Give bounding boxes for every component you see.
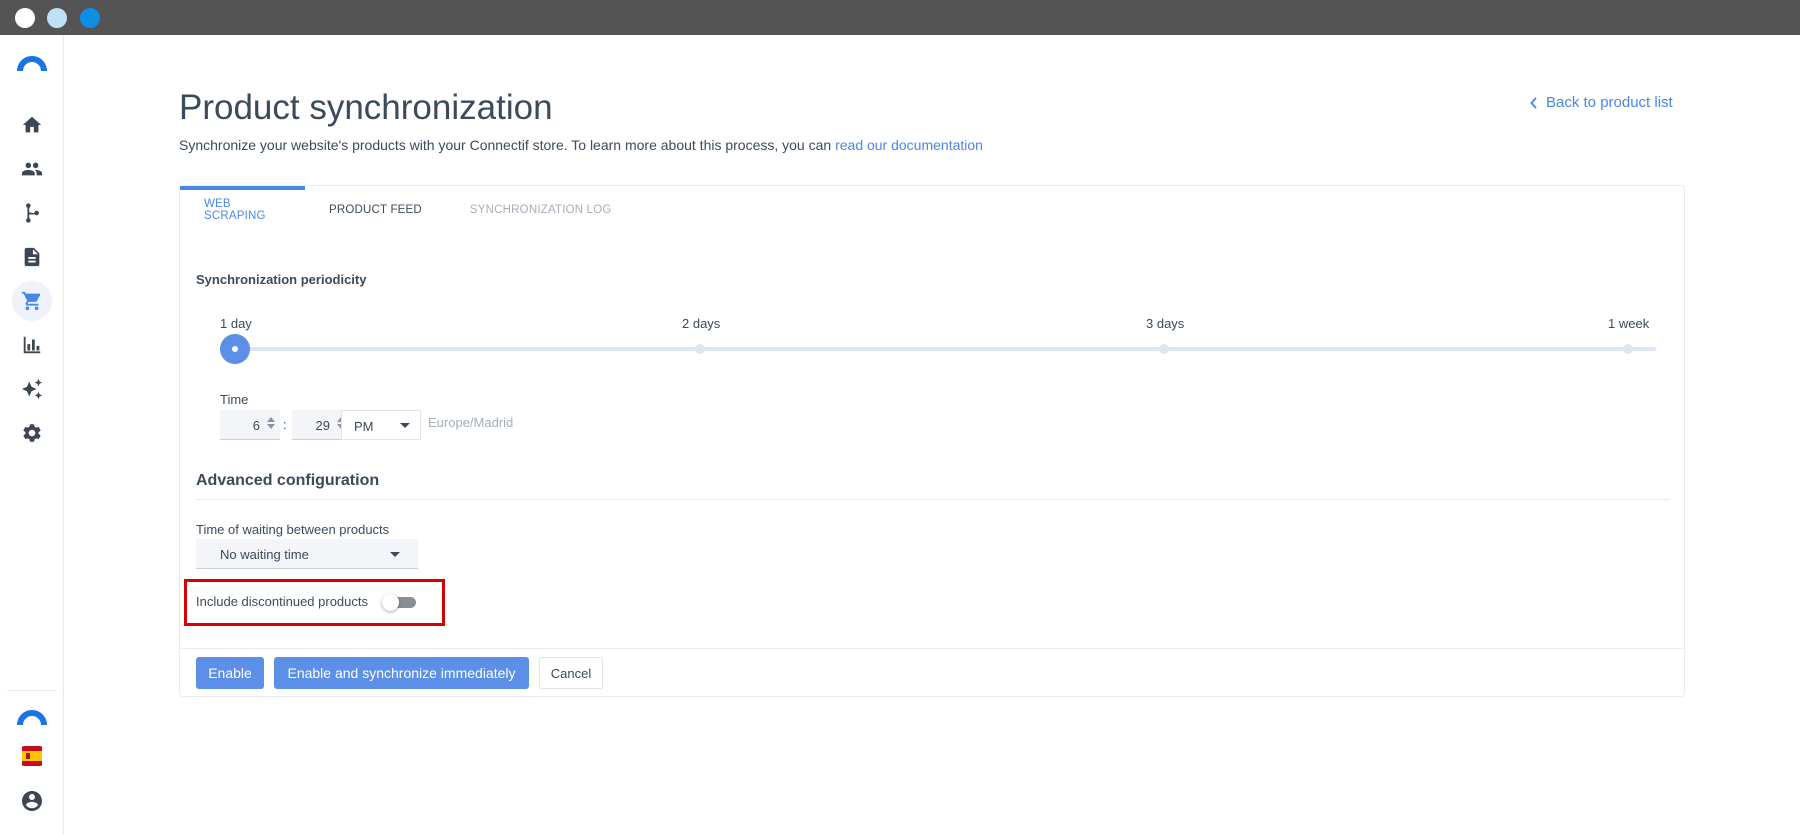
sidebar-bottom [7, 690, 57, 835]
chevron-down-icon [400, 423, 410, 428]
account-icon[interactable] [20, 789, 44, 813]
back-to-product-list-link[interactable]: Back to product list [1530, 94, 1673, 111]
periodicity-option-label[interactable]: 1 week [1608, 316, 1649, 331]
periodicity-slider-track[interactable] [236, 347, 1656, 351]
wait-time-value: No waiting time [220, 547, 309, 562]
sparkle-icon [21, 378, 43, 400]
periodicity-label: Synchronization periodicity [196, 272, 367, 287]
divider [180, 648, 1684, 649]
sidebar-item-home[interactable] [12, 105, 52, 145]
tab-web-scraping[interactable]: WEB SCRAPING [180, 186, 305, 234]
minute-value: 29 [315, 418, 330, 433]
sidebar-item-store[interactable] [12, 281, 52, 321]
tab-synchronization-log[interactable]: SYNCHRONIZATION LOG [446, 186, 636, 234]
sync-settings-card: WEB SCRAPING PRODUCT FEED SYNCHRONIZATIO… [179, 185, 1685, 697]
page-title: Product synchronization [179, 88, 553, 127]
tab-product-feed[interactable]: PRODUCT FEED [305, 186, 446, 234]
sidebar-item-contacts[interactable] [12, 149, 52, 189]
sidebar [0, 35, 64, 835]
enable-and-sync-button[interactable]: Enable and synchronize immediately [274, 657, 529, 689]
timezone-label: Europe/Madrid [428, 415, 514, 430]
time-separator: : [283, 417, 287, 432]
sidebar-item-content[interactable] [12, 237, 52, 277]
slider-step[interactable] [1623, 344, 1633, 354]
sidebar-item-workflows[interactable] [12, 193, 52, 233]
documentation-link[interactable]: read our documentation [835, 137, 983, 153]
window-titlebar [0, 0, 1800, 35]
ampm-select[interactable]: PM [341, 410, 421, 440]
window-minimize-button[interactable] [47, 8, 67, 28]
hour-value: 6 [252, 418, 260, 433]
window-close-button[interactable] [15, 8, 35, 28]
subtitle-text: Synchronize your website's products with… [179, 137, 836, 153]
chevron-left-icon [1530, 96, 1537, 109]
workflow-icon [26, 203, 39, 223]
discontinued-products-toggle[interactable] [382, 594, 416, 611]
wait-time-label: Time of waiting between products [196, 522, 390, 537]
toggle-knob [382, 594, 399, 611]
ampm-value: PM [354, 419, 374, 434]
periodicity-slider-thumb[interactable] [220, 334, 250, 364]
periodicity-option-label[interactable]: 3 days [1146, 316, 1184, 331]
chevron-down-icon [390, 552, 400, 557]
gear-icon [23, 424, 41, 442]
tab-bar: WEB SCRAPING PRODUCT FEED SYNCHRONIZATIO… [180, 186, 636, 234]
divider [196, 499, 1670, 500]
back-link-label: Back to product list [1546, 94, 1673, 111]
sidebar-item-settings[interactable] [12, 413, 52, 453]
connectif-logo-icon[interactable] [17, 53, 47, 73]
bar-chart-icon [23, 336, 41, 354]
home-icon [22, 116, 42, 133]
document-icon [24, 247, 40, 267]
cart-icon [21, 291, 41, 311]
connectif-logo-icon[interactable] [17, 707, 47, 727]
people-icon [21, 162, 43, 176]
enable-button[interactable]: Enable [196, 657, 264, 689]
sidebar-item-reports[interactable] [12, 325, 52, 365]
slider-step[interactable] [695, 344, 705, 354]
slider-step[interactable] [1159, 344, 1169, 354]
periodicity-option-label[interactable]: 2 days [682, 316, 720, 331]
hour-stepper[interactable]: 6 [220, 410, 280, 440]
window-maximize-button[interactable] [80, 8, 100, 28]
spain-flag-icon[interactable] [22, 746, 42, 766]
cancel-button[interactable]: Cancel [539, 657, 603, 689]
page-subtitle: Synchronize your website's products with… [179, 137, 983, 153]
discontinued-products-label: Include discontinued products [196, 594, 369, 609]
wait-time-select[interactable]: No waiting time [196, 539, 418, 569]
advanced-configuration-title: Advanced configuration [196, 472, 380, 489]
hour-spin-icon[interactable] [266, 415, 276, 435]
time-label: Time [220, 392, 249, 407]
periodicity-option-label[interactable]: 1 day [220, 316, 252, 331]
sidebar-item-ai[interactable] [12, 369, 52, 409]
